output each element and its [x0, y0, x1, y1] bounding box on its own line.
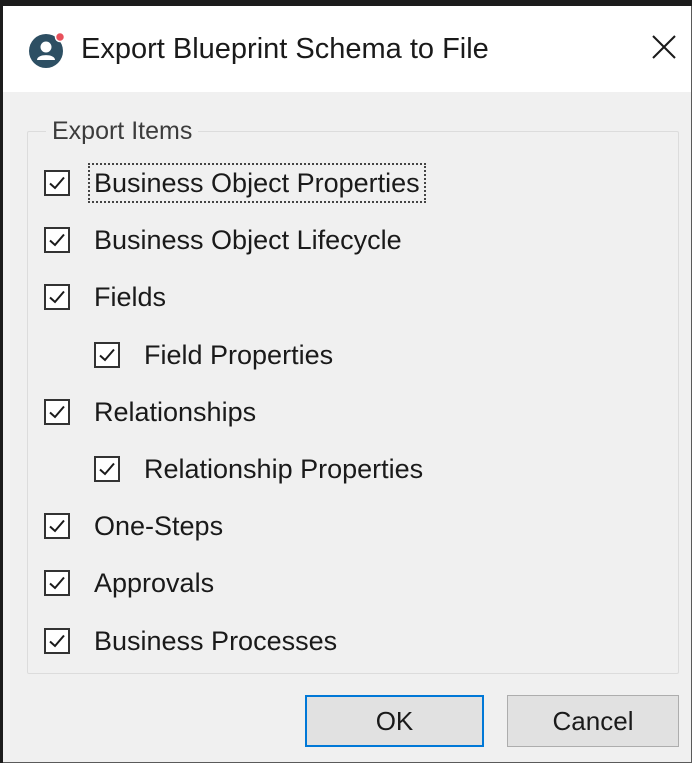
close-icon: [652, 35, 676, 59]
export-item-label: Relationships: [94, 397, 257, 427]
export-item-checkbox[interactable]: [44, 570, 70, 596]
export-item-checkbox[interactable]: [44, 399, 70, 425]
checkmark-icon: [99, 348, 115, 362]
checkmark-icon: [99, 462, 115, 476]
checkmark-icon: [49, 233, 65, 247]
export-item-row[interactable]: Approvals: [44, 563, 218, 603]
export-item-label: Fields: [94, 282, 167, 312]
checkmark-icon: [49, 576, 65, 590]
checkmark-icon: [49, 519, 65, 533]
export-item-label: Business Processes: [94, 626, 338, 656]
export-item-checkbox[interactable]: [44, 628, 70, 654]
export-item-label: Relationship Properties: [144, 454, 424, 484]
export-item-checkbox[interactable]: [44, 227, 70, 253]
export-item-row[interactable]: One-Steps: [44, 506, 227, 546]
checkmark-icon: [49, 176, 65, 190]
export-item-checkbox[interactable]: [94, 342, 120, 368]
export-item-label: Field Properties: [144, 340, 334, 370]
export-dialog: Export Blueprint Schema to File Export I…: [0, 0, 692, 763]
window-title: Export Blueprint Schema to File: [81, 33, 489, 65]
export-item-row[interactable]: Relationship Properties: [94, 449, 427, 489]
checkmark-icon: [49, 405, 65, 419]
export-items-title: Export Items: [46, 116, 199, 146]
export-item-row[interactable]: Relationships: [44, 392, 260, 432]
export-item-row[interactable]: Field Properties: [94, 335, 337, 375]
checkmark-icon: [49, 634, 65, 648]
export-item-checkbox[interactable]: [44, 170, 70, 196]
user-person-icon: [29, 31, 66, 68]
checkmark-icon: [49, 290, 65, 304]
export-item-checkbox[interactable]: [44, 284, 70, 310]
export-item-row[interactable]: Business Processes: [44, 621, 341, 661]
window-edge-left: [0, 0, 3, 763]
export-item-checkbox[interactable]: [94, 456, 120, 482]
export-item-label: Approvals: [94, 568, 215, 598]
close-button[interactable]: [643, 26, 685, 68]
export-item-row[interactable]: Business Object Properties: [44, 163, 426, 203]
export-item-label: One-Steps: [94, 511, 224, 541]
export-item-label: Business Object Properties: [88, 163, 426, 203]
ok-button[interactable]: OK: [305, 695, 484, 747]
cancel-button[interactable]: Cancel: [507, 695, 679, 747]
export-item-checkbox[interactable]: [44, 513, 70, 539]
title-bar[interactable]: Export Blueprint Schema to File: [3, 6, 691, 92]
export-item-row[interactable]: Fields: [44, 277, 170, 317]
export-item-label: Business Object Lifecycle: [94, 225, 402, 255]
export-item-row[interactable]: Business Object Lifecycle: [44, 220, 406, 260]
